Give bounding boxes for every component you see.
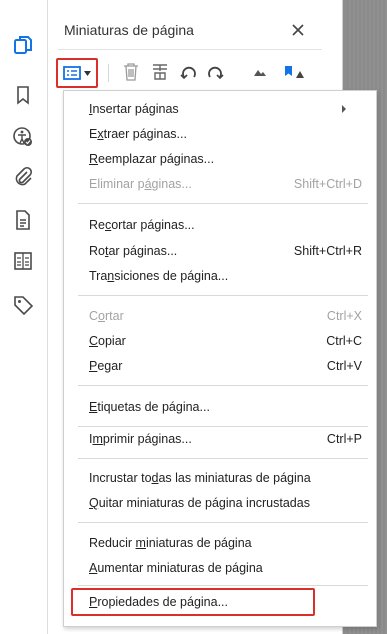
menu-item-extract-pages[interactable]: Extraer páginas... [64, 122, 376, 146]
menu-item-label: Cortar [89, 309, 124, 323]
menu-separator [78, 585, 368, 586]
options-menu-button[interactable] [56, 58, 98, 88]
menu-separator [78, 385, 368, 386]
menu-item-insert-pages[interactable]: Insertar páginas [64, 97, 376, 121]
bookmark-icon[interactable] [10, 82, 36, 108]
compare-icon[interactable] [10, 248, 36, 274]
menu-item-page-labels[interactable]: Etiquetas de página... [64, 395, 376, 419]
document-icon[interactable] [10, 207, 36, 233]
menu-item-shortcut: Ctrl+P [326, 432, 362, 446]
menu-item-label: Extraer páginas... [89, 127, 187, 141]
insert-pages-icon[interactable] [149, 60, 171, 84]
menu-item-embed-thumbnails[interactable]: Incrustar todas las miniaturas de página [64, 466, 376, 490]
menu-separator [78, 203, 368, 204]
menu-item-remove-embedded-thumbnails[interactable]: Quitar miniaturas de página incrustadas [64, 491, 376, 515]
menu-item-label: Eliminar páginas... [89, 177, 192, 191]
menu-separator [78, 522, 368, 523]
divider [58, 49, 322, 50]
submenu-arrow-icon [342, 105, 346, 113]
menu-item-label: Quitar miniaturas de página incrustadas [89, 496, 310, 510]
menu-item-page-transitions[interactable]: Transiciones de página... [64, 264, 376, 288]
menu-item-replace-pages[interactable]: Reemplazar páginas... [64, 147, 376, 171]
menu-item-label: Imprimir páginas... [89, 432, 192, 446]
menu-item-label: Reducir miniaturas de página [89, 536, 252, 550]
menu-separator [78, 458, 368, 459]
menu-item-shortcut: Ctrl+C [326, 334, 362, 348]
small-thumbnail-icon[interactable] [250, 60, 270, 84]
menu-item-label: Rotar páginas... [89, 244, 178, 258]
menu-item-enlarge-thumbnails[interactable]: Aumentar miniaturas de página [64, 556, 376, 580]
menu-item-paste[interactable]: Pegar Ctrl+V [64, 354, 376, 378]
menu-item-label: Copiar [89, 334, 126, 348]
menu-item-label: Insertar páginas [89, 102, 179, 116]
large-thumbnail-icon[interactable] [284, 60, 306, 84]
menu-separator [78, 295, 368, 296]
tag-icon[interactable] [10, 292, 36, 318]
menu-item-shortcut: Ctrl+V [326, 359, 362, 373]
options-icon [63, 66, 81, 80]
menu-item-crop-pages[interactable]: Recortar páginas... [64, 213, 376, 237]
menu-item-shortcut: Shift+Ctrl+D [293, 177, 362, 191]
toolbar-divider [108, 64, 109, 82]
menu-item-label: Aumentar miniaturas de página [89, 561, 263, 575]
rotate-left-icon[interactable] [178, 60, 200, 84]
rotate-right-icon[interactable] [204, 60, 226, 84]
menu-item-shortcut: Shift+Ctrl+R [293, 244, 362, 258]
menu-item-reduce-thumbnails[interactable]: Reducir miniaturas de página [64, 531, 376, 555]
page-thumbnails-icon[interactable] [10, 32, 36, 58]
close-icon[interactable] [286, 18, 310, 42]
menu-item-label: Pegar [89, 359, 123, 373]
menu-item-label: Incrustar todas las miniaturas de página [89, 471, 311, 485]
menu-item-label: Reemplazar páginas... [89, 152, 215, 166]
menu-item-shortcut: Ctrl+X [326, 309, 362, 323]
options-dropdown-menu: Insertar páginas Extraer páginas... Reem… [63, 90, 377, 627]
menu-item-copy[interactable]: Copiar Ctrl+C [64, 329, 376, 353]
navigation-rail [0, 0, 48, 634]
menu-item-label: Etiquetas de página... [89, 400, 210, 414]
menu-item-delete-pages: Eliminar páginas... Shift+Ctrl+D [64, 172, 376, 196]
accessibility-icon[interactable] [10, 124, 36, 150]
menu-item-cut: Cortar Ctrl+X [64, 304, 376, 328]
chevron-down-icon [84, 70, 91, 76]
panel-title: Miniaturas de página [64, 22, 194, 38]
attachment-icon[interactable] [10, 164, 36, 190]
trash-icon[interactable] [120, 60, 142, 84]
highlight-box [71, 588, 315, 616]
menu-item-label: Recortar páginas... [89, 218, 195, 232]
menu-item-rotate-pages[interactable]: Rotar páginas... Shift+Ctrl+R [64, 239, 376, 263]
menu-item-print-pages[interactable]: Imprimir páginas... Ctrl+P [64, 427, 376, 451]
thumbnails-toolbar [48, 52, 343, 92]
menu-item-label: Transiciones de página... [89, 269, 229, 283]
